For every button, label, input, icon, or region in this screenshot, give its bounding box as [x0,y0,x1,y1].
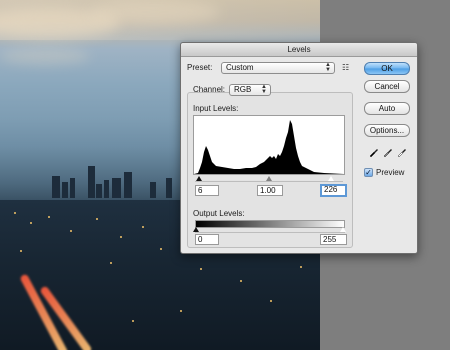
histogram-fill [194,120,344,174]
input-midtone-field[interactable]: 1.00 [257,185,283,196]
output-white-field[interactable]: 255 [320,234,347,245]
dialog-title: Levels [287,45,311,54]
input-black-point-slider[interactable] [196,176,202,181]
city-light [20,250,22,252]
input-white-field[interactable]: 226 [320,184,347,197]
preset-select[interactable]: Custom ▲ ▼ [221,62,335,74]
preview-checkbox[interactable]: ✓ [364,168,373,177]
skyline-building [88,166,95,198]
city-light [120,236,122,238]
output-levels-label: Output Levels: [193,209,245,218]
output-black-field[interactable]: 0 [195,234,219,245]
city-light [48,216,50,218]
dialog-title-bar[interactable]: Levels [181,43,417,57]
city-light [300,266,302,268]
city-light [240,280,242,282]
input-slider-track [195,181,343,182]
city-light [270,300,272,302]
skyline-building [70,178,75,198]
skyline-building [150,182,156,198]
cloud [0,48,90,64]
channel-value: RGB [234,85,252,94]
gray-point-eyedropper-icon[interactable] [383,148,393,158]
checkmark-icon: ✓ [365,168,372,177]
city-light [180,310,182,312]
city-light [200,268,202,270]
white-point-eyedropper-icon[interactable] [397,148,407,158]
city-light [160,248,162,250]
city-light [70,230,72,232]
output-gradient-bar [195,220,345,228]
preview-label: Preview [376,168,405,177]
preset-label: Preset: [187,63,213,72]
cancel-button[interactable]: Cancel [364,80,410,93]
city-light [30,222,32,224]
ok-button[interactable]: OK [364,62,410,75]
input-black-field[interactable]: 6 [195,185,219,196]
options-button[interactable]: Options... [364,124,410,137]
preset-value: Custom [226,63,254,72]
channel-label: Channel: [193,85,226,94]
skyline-building [166,178,172,198]
cloud [90,0,220,24]
auto-button[interactable]: Auto [364,102,410,115]
city-light [110,262,112,264]
skyline-building [96,184,102,198]
input-midtone-slider[interactable] [266,176,272,181]
skyline-building [52,176,60,198]
skyline-building [112,178,121,198]
input-white-point-slider[interactable] [328,176,334,181]
skyline-building [124,172,132,198]
channel-select[interactable]: RGB ▲ ▼ [229,84,271,96]
input-levels-label: Input Levels: [193,104,239,113]
preset-options-icon[interactable]: ☷ [342,64,349,72]
select-arrows-icon: ▲ ▼ [325,62,331,73]
select-arrows-icon: ▲ ▼ [261,84,267,95]
city-light [142,226,144,228]
histogram [193,115,345,175]
city-light [96,218,98,220]
skyline-building [62,182,68,198]
output-white-slider[interactable] [340,227,346,232]
levels-dialog: Levels Preset: Custom ▲ ▼ ☷ Channel: RGB … [180,42,418,254]
city-light [14,212,16,214]
city-light [132,320,134,322]
skyline-building [104,180,109,198]
histogram-graph [194,120,344,174]
output-slider-track [195,232,345,233]
output-black-slider[interactable] [193,227,199,232]
black-point-eyedropper-icon[interactable] [369,148,379,158]
